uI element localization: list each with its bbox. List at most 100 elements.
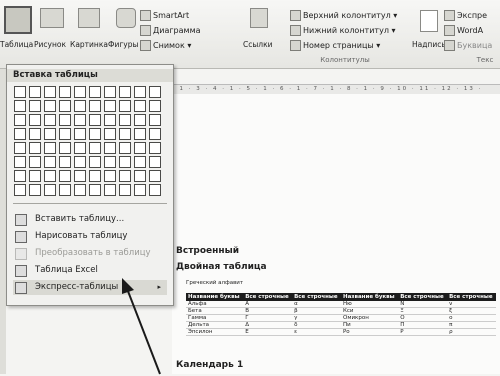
shapes-icon[interactable] <box>116 8 136 28</box>
grid-cell[interactable] <box>74 100 86 112</box>
grid-cell[interactable] <box>149 100 161 112</box>
menu-item-draw-table[interactable]: Нарисовать таблицу <box>13 229 167 244</box>
grid-cell[interactable] <box>59 128 71 140</box>
grid-cell[interactable] <box>149 156 161 168</box>
express-blocks-button[interactable]: Экспре <box>444 10 487 21</box>
grid-cell[interactable] <box>14 156 26 168</box>
grid-cell[interactable] <box>29 100 41 112</box>
grid-cell[interactable] <box>89 142 101 154</box>
grid-cell[interactable] <box>29 184 41 196</box>
grid-cell[interactable] <box>119 128 131 140</box>
grid-cell[interactable] <box>29 128 41 140</box>
grid-cell[interactable] <box>59 156 71 168</box>
grid-cell[interactable] <box>89 170 101 182</box>
grid-cell[interactable] <box>104 184 116 196</box>
grid-cell[interactable] <box>134 170 146 182</box>
grid-cell[interactable] <box>119 184 131 196</box>
grid-cell[interactable] <box>119 170 131 182</box>
grid-cell[interactable] <box>89 156 101 168</box>
grid-cell[interactable] <box>104 100 116 112</box>
textbox-icon[interactable] <box>420 10 438 32</box>
grid-cell[interactable] <box>14 170 26 182</box>
grid-cell[interactable] <box>59 86 71 98</box>
grid-cell[interactable] <box>149 142 161 154</box>
grid-cell[interactable] <box>104 114 116 126</box>
grid-cell[interactable] <box>29 170 41 182</box>
grid-cell[interactable] <box>29 86 41 98</box>
picture-button-label[interactable]: Рисунок <box>34 40 66 49</box>
grid-cell[interactable] <box>104 170 116 182</box>
grid-cell[interactable] <box>119 100 131 112</box>
grid-cell[interactable] <box>104 128 116 140</box>
grid-cell[interactable] <box>119 114 131 126</box>
links-button-label[interactable]: Ссылки <box>243 40 272 49</box>
grid-cell[interactable] <box>29 156 41 168</box>
grid-cell[interactable] <box>89 184 101 196</box>
grid-cell[interactable] <box>134 86 146 98</box>
grid-cell[interactable] <box>44 100 56 112</box>
gallery-item-title[interactable]: Двойная таблица <box>176 262 267 272</box>
grid-cell[interactable] <box>134 128 146 140</box>
grid-cell[interactable] <box>44 142 56 154</box>
grid-cell[interactable] <box>74 170 86 182</box>
grid-cell[interactable] <box>104 142 116 154</box>
grid-cell[interactable] <box>74 86 86 98</box>
grid-cell[interactable] <box>74 156 86 168</box>
grid-cell[interactable] <box>134 100 146 112</box>
grid-cell[interactable] <box>89 100 101 112</box>
grid-cell[interactable] <box>14 114 26 126</box>
menu-item-insert-table[interactable]: Вставить таблицу... <box>13 212 167 227</box>
grid-cell[interactable] <box>59 142 71 154</box>
grid-cell[interactable] <box>134 156 146 168</box>
table-icon[interactable] <box>4 6 32 34</box>
grid-cell[interactable] <box>44 170 56 182</box>
chart-button[interactable]: Диаграмма <box>140 25 201 36</box>
links-icon[interactable] <box>250 8 268 28</box>
grid-cell[interactable] <box>89 128 101 140</box>
grid-cell[interactable] <box>59 170 71 182</box>
grid-cell[interactable] <box>14 100 26 112</box>
grid-cell[interactable] <box>134 114 146 126</box>
grid-cell[interactable] <box>44 86 56 98</box>
menu-item-convert-to-table[interactable]: Преобразовать в таблицу <box>13 246 167 261</box>
grid-cell[interactable] <box>104 156 116 168</box>
page-number-button[interactable]: Номер страницы ▾ <box>290 40 380 51</box>
grid-cell[interactable] <box>74 184 86 196</box>
textbox-button-label[interactable]: Надпись <box>412 40 446 49</box>
grid-cell[interactable] <box>74 114 86 126</box>
grid-cell[interactable] <box>104 86 116 98</box>
smartart-button[interactable]: SmartArt <box>140 10 189 21</box>
shapes-button-label[interactable]: Фигуры <box>108 40 138 49</box>
dropcap-button[interactable]: Буквица <box>444 40 492 51</box>
grid-cell[interactable] <box>89 114 101 126</box>
wordart-button[interactable]: WordA <box>444 25 483 36</box>
screenshot-button[interactable]: Снимок ▾ <box>140 40 191 51</box>
greek-alphabet-table-preview[interactable]: Название буквы Все строчные Все строчные… <box>186 293 496 336</box>
grid-cell[interactable] <box>119 156 131 168</box>
header-button[interactable]: Верхний колонтитул ▾ <box>290 10 397 21</box>
clipart-button-label[interactable]: Картинка <box>70 40 108 49</box>
grid-cell[interactable] <box>149 86 161 98</box>
grid-cell[interactable] <box>14 184 26 196</box>
grid-cell[interactable] <box>29 114 41 126</box>
grid-cell[interactable] <box>74 142 86 154</box>
grid-cell[interactable] <box>59 184 71 196</box>
footer-button[interactable]: Нижний колонтитул ▾ <box>290 25 396 36</box>
grid-cell[interactable] <box>119 142 131 154</box>
table-button-label[interactable]: Таблица <box>0 40 33 49</box>
grid-cell[interactable] <box>59 100 71 112</box>
grid-cell[interactable] <box>29 142 41 154</box>
grid-cell[interactable] <box>44 156 56 168</box>
grid-cell[interactable] <box>149 114 161 126</box>
grid-cell[interactable] <box>134 184 146 196</box>
grid-cell[interactable] <box>134 142 146 154</box>
grid-cell[interactable] <box>14 142 26 154</box>
grid-cell[interactable] <box>119 86 131 98</box>
grid-cell[interactable] <box>149 184 161 196</box>
grid-cell[interactable] <box>14 128 26 140</box>
grid-cell[interactable] <box>89 86 101 98</box>
grid-cell[interactable] <box>44 128 56 140</box>
grid-cell[interactable] <box>59 114 71 126</box>
gallery-item-calendar[interactable]: Календарь 1 <box>176 360 243 370</box>
grid-cell[interactable] <box>149 128 161 140</box>
